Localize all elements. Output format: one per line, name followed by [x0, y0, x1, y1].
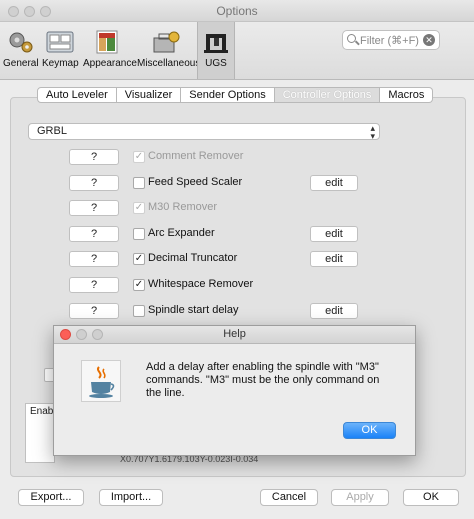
- processor-label: Spindle start delay: [148, 304, 239, 316]
- chevron-updown-icon: ▴ ▾: [370, 123, 375, 141]
- processor-row: ? ✓ Decimal Truncator edit: [0, 251, 474, 269]
- help-button[interactable]: ?: [69, 226, 119, 242]
- tab-visualizer[interactable]: Visualizer: [116, 87, 182, 103]
- checkbox[interactable]: [133, 305, 145, 317]
- edit-button[interactable]: edit: [310, 175, 358, 191]
- toolbar-appearance[interactable]: Appearance: [83, 24, 137, 76]
- window-title: Options: [216, 4, 258, 18]
- tab-sender-options[interactable]: Sender Options: [181, 87, 275, 103]
- cancel-button[interactable]: Cancel: [260, 489, 318, 506]
- help-button[interactable]: ?: [69, 303, 119, 319]
- preferences-toolbar: General Keymap Appearance Miscellaneous …: [0, 22, 474, 80]
- ok-button[interactable]: OK: [403, 489, 459, 506]
- window-titlebar: Options: [0, 0, 474, 22]
- processor-row: ? Feed Speed Scaler edit: [0, 175, 474, 193]
- toolbar-ugs[interactable]: UGS: [197, 22, 235, 79]
- edit-button[interactable]: edit: [310, 251, 358, 267]
- dialog-titlebar: Help: [54, 326, 415, 344]
- processor-label: Comment Remover: [148, 150, 244, 162]
- help-button[interactable]: ?: [69, 200, 119, 216]
- help-button[interactable]: ?: [69, 149, 119, 165]
- processor-label: Whitespace Remover: [148, 278, 254, 290]
- help-button[interactable]: ?: [69, 277, 119, 293]
- help-message: Add a delay after enabling the spindle w…: [146, 361, 380, 399]
- enabled-column: Enabl: [25, 403, 56, 463]
- gears-icon: [6, 28, 36, 56]
- checkbox[interactable]: ✓: [133, 279, 145, 291]
- processor-row: ? Spindle start delay edit: [0, 303, 474, 321]
- tab-auto-leveler[interactable]: Auto Leveler: [37, 87, 117, 103]
- search-icon: [347, 34, 356, 43]
- tab-controller-options[interactable]: Controller Options: [274, 87, 381, 103]
- processor-label: Decimal Truncator: [148, 252, 238, 264]
- firmware-select[interactable]: GRBL ▴ ▾: [28, 123, 380, 141]
- apply-button[interactable]: Apply: [331, 489, 389, 506]
- processor-row: ? ✓ Comment Remover: [0, 149, 474, 167]
- table-fragment: X0.707Y1.6179.103Y-0.023I-0.034: [120, 455, 259, 463]
- java-coffee-icon: [81, 360, 121, 402]
- palette-icon: [92, 28, 122, 56]
- help-button[interactable]: ?: [69, 251, 119, 267]
- edit-button[interactable]: edit: [310, 303, 358, 319]
- processor-label: Arc Expander: [148, 227, 215, 239]
- checkbox[interactable]: [133, 177, 145, 189]
- toolbar-general[interactable]: General: [3, 24, 39, 76]
- processor-label: M30 Remover: [148, 201, 218, 213]
- keyboard-icon: [45, 28, 75, 56]
- export-button[interactable]: Export...: [18, 489, 84, 506]
- dialog-ok-button[interactable]: OK: [343, 422, 396, 439]
- checkbox[interactable]: ✓: [133, 253, 145, 265]
- toolbar-keymap[interactable]: Keymap: [42, 24, 79, 76]
- options-tabs: Auto Leveler Visualizer Sender Options C…: [37, 87, 434, 103]
- filter-input[interactable]: Filter (⌘+F) ✕: [342, 30, 440, 50]
- checkbox: ✓: [133, 202, 145, 214]
- toolbox-icon: [151, 28, 181, 56]
- processor-row: ? Arc Expander edit: [0, 226, 474, 244]
- clear-filter-icon[interactable]: ✕: [423, 34, 435, 46]
- tab-macros[interactable]: Macros: [380, 87, 434, 103]
- ugs-machine-icon: [201, 28, 231, 56]
- processor-label: Feed Speed Scaler: [148, 176, 243, 188]
- import-button[interactable]: Import...: [99, 489, 163, 506]
- dialog-title: Help: [223, 328, 246, 340]
- processor-row: ? ✓ M30 Remover: [0, 200, 474, 218]
- processor-row: ? ✓ Whitespace Remover: [0, 277, 474, 295]
- edit-button[interactable]: edit: [310, 226, 358, 242]
- checkbox: ✓: [133, 151, 145, 163]
- help-button[interactable]: ?: [69, 175, 119, 191]
- checkbox[interactable]: [133, 228, 145, 240]
- toolbar-miscellaneous[interactable]: Miscellaneous: [137, 24, 200, 76]
- help-dialog: Help Add a delay after enabling the spin…: [53, 325, 416, 456]
